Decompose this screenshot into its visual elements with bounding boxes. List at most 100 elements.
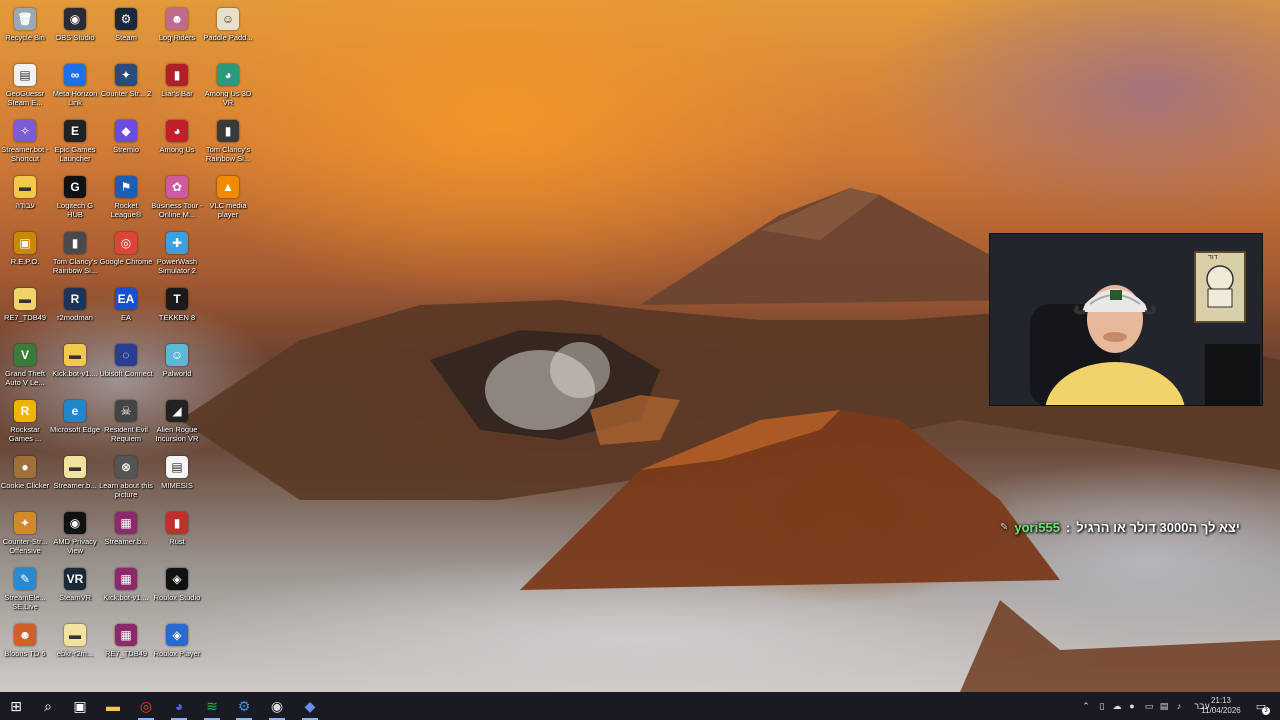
desktop-icon-powerwash-simulator-2[interactable]: ✚ PowerWash Simulator 2 [152,228,202,284]
streamer-bot-icon: ◆ [304,697,316,714]
desktop-icon-paddle-padd[interactable]: ☺ Paddle Padd... [203,4,253,60]
re7-tdb49-app-icon: ▦ [115,624,137,646]
desktop-icon-rust[interactable]: ▮ Rust [152,508,202,564]
notification-center-button[interactable]: ▭ 3 [1250,692,1272,720]
desktop-icon-microsoft-edge[interactable]: e Microsoft Edge [50,396,100,452]
desktop-icon-streamer-b[interactable]: ▬ Streamer.b... [50,452,100,508]
desktop-icon-roblox-studio[interactable]: ◈ Roblox Studio [152,564,202,620]
desktop-icon-roblox-player[interactable]: ◈ Roblox Player [152,620,202,676]
desktop-icon-streamer-bot-shortcut[interactable]: ✧ Streamer.bot - Shortcut [0,116,50,172]
desktop-icon-epic-games-launcher[interactable]: E Epic Games Launcher [50,116,100,172]
desktop-icon-meta-horizon-link[interactable]: ∞ Meta Horizon Link [50,60,100,116]
desktop-icon-folder[interactable]: ▬ עבודה [0,172,50,228]
tray-icon-onedrive[interactable]: ☁ [1110,692,1124,720]
file-explorer-taskbar-button[interactable]: ▬ [97,692,129,720]
start-button-taskbar-button[interactable]: ⊞ [0,692,32,720]
desktop-icon-google-chrome[interactable]: ◎ Google Chrome [100,228,152,284]
desktop-icon-label: OBS Studio [55,33,95,42]
desktop-icon-learn-about-this-picture[interactable]: ⊗ Learn about this picture [99,452,153,508]
desktop-icon-alien-rogue-incursion-vr[interactable]: ◢ Alien Rogue Incursion VR [152,396,202,452]
desktop-icon-obs-studio[interactable]: ◉ OBS Studio [50,4,100,60]
tray-icon-volume[interactable]: ♪ [1172,692,1186,720]
desktop-icon-kick-bot-v1[interactable]: ▦ Kick.bot-v1.... [101,564,151,620]
ea-app-icon: EA [115,288,137,310]
desktop-icon-stremio[interactable]: ◆ Stremio [101,116,151,172]
desktop-icon-geoguessr-steam-e[interactable]: ▤ GeoGuessr Steam E... [0,60,50,116]
desktop-icon-among-us-3d-vr[interactable]: ◕ Among Us 3D VR [203,60,253,116]
desktop-icon-r-e-p-o[interactable]: ▣ R.E.P.O. [0,228,50,284]
desktop-icon-rockstar-games[interactable]: R Rockstar Games ... [0,396,50,452]
desktop-icon-mimesis[interactable]: ▤ MIMESIS [152,452,202,508]
desktop-icon-log-riders[interactable]: ☻ Log Riders [152,4,202,60]
tray-icon-device[interactable]: ▯ [1096,692,1108,720]
desktop-icon-label: Rockstar Games ... [8,425,42,443]
desktop-icon-rocket-league[interactable]: ⚑ Rocket League® [101,172,151,228]
streamele-se-live-app-icon: ✎ [14,568,36,590]
desktop-wallpaper: 🗑 Recycle Bin ◉ OBS Studio ⚙ Steam ☻ Log Riders… [0,0,1280,692]
desktop-icon-vlc-media-player[interactable]: ▲ VLC media player [203,172,253,228]
tray-icon-network[interactable]: ▤ [1158,692,1170,720]
desktop-icon-tom-clancy-s-rainbow-si[interactable]: ▮ Tom Clancy's Rainbow Si... [50,228,100,284]
desktop-icon-streamer-b[interactable]: ▦ Streamer.b... [101,508,151,564]
vlc-media-player-app-icon: ▲ [217,176,239,198]
logitech-g-hub-app-icon: G [64,176,86,198]
kick-bot-v1-app-icon: ▬ [64,344,86,366]
desktop-icon-label: Counter Str... 2 [100,89,152,98]
desktop-icon-re7-tdb49[interactable]: ▬ RE7_TDB49 [0,284,50,340]
desktop-icon-steam[interactable]: ⚙ Steam [101,4,151,60]
r2modman-app-icon: R [64,288,86,310]
business-tour-online-m-app-icon: ✿ [166,176,188,198]
show-hidden-icons-button[interactable]: ⌃ [1080,692,1092,720]
desktop-icon-re7-tdb49[interactable]: ▦ RE7_TDB49 [101,620,151,676]
discord-icon: ◕ [174,698,184,714]
desktop-icon-label: Grand Theft Auto V Le... [5,369,45,387]
obs-taskbar-button[interactable]: ◉ [261,692,293,720]
steam-taskbar-button[interactable]: ⚙ [228,692,260,720]
desktop-icon-steamvr[interactable]: VR SteamVR [50,564,100,620]
desktop-icon-grand-theft-auto-v-le[interactable]: V Grand Theft Auto V Le... [0,340,50,396]
desktop-icon-resident-evil-requiem[interactable]: ☠ Resident Evil Requiem [101,396,151,452]
liar-s-bar-app-icon: ▮ [166,64,188,86]
desktop-icon-logitech-g-hub[interactable]: G Logitech G HUB [50,172,100,228]
desktop-icon-r2modman[interactable]: Rr2modman [50,284,100,340]
desktop-icon-amd-privacy-view[interactable]: ◉ AMD Privacy View [50,508,100,564]
chrome-taskbar-button[interactable]: ◎ [130,692,162,720]
tray-icon-microphone[interactable]: ● [1126,692,1138,720]
desktop-icon-recycle-bin[interactable]: 🗑 Recycle Bin [0,4,50,60]
search-taskbar-button[interactable]: ⌕ [32,692,64,720]
tray-icon-display[interactable]: ▭ [1142,692,1156,720]
device-icon: ▯ [1099,700,1105,711]
desktop-icon-counter-str-offensive[interactable]: ✦ Counter-Str... Offensive [0,508,50,564]
desktop-icon-label: AMD Privacy View [53,537,97,555]
desktop-icon-streamele-se-live[interactable]: ✎ StreamEle... SE.Live [0,564,50,620]
spotify-taskbar-button[interactable]: ≋ [196,692,228,720]
desktop-icon-label: Palworld [162,369,192,378]
desktop-icon-bloons-td-6[interactable]: ☻ Bloons TD 6 [0,620,50,676]
desktop-icon-ubisoft-connect[interactable]: ◌ Ubisoft Connect [99,340,153,396]
desktop-icon-label: Microsoft Edge [49,425,101,434]
desktop-icon-tom-clancy-s-rainbow-si[interactable]: ▮ Tom Clancy's Rainbow Si... [203,116,253,172]
desktop-icon-ebkr-r2m[interactable]: ▬ ebkr-r2m... [50,620,100,676]
desktop-icon-business-tour-online-m[interactable]: ✿ Business Tour - Online M... [151,172,203,228]
desktop-icon-label: GeoGuessr Steam E... [5,89,45,107]
desktop-icon-counter-str-2[interactable]: ✦ Counter Str... 2 [101,60,151,116]
clock[interactable]: 21:13 11/04/2026 [1198,692,1244,720]
desktop-icon-label: R.E.P.O. [10,257,40,266]
grand-theft-auto-v-le-app-icon: V [14,344,36,366]
discord-taskbar-button[interactable]: ◕ [163,692,195,720]
desktop-icon-among-us[interactable]: ◕ Among Us [152,116,202,172]
desktop-icon-tekken-8[interactable]: T TEKKEN 8 [152,284,202,340]
clock-date: 11/04/2026 [1201,706,1241,715]
desktop-icon-kick-bot-v1[interactable]: ▬ Kick.bot-v1.... [50,340,100,396]
task-view-taskbar-button[interactable]: ▣ [64,692,96,720]
desktop-icon-ea[interactable]: EA EA [101,284,151,340]
desktop-icon-label: Among Us 3D VR [204,89,252,107]
desktop-icon-label: Rocket League® [110,201,142,219]
desktop-icon-palworld[interactable]: ☺ Palworld [152,340,202,396]
microphone-icon: ● [1129,701,1135,711]
desktop-icon-label: Kick.bot-v1.... [52,369,98,378]
desktop-icon-label: Ubisoft Connect [99,369,153,378]
desktop-icon-liar-s-bar[interactable]: ▮ Liar's Bar [152,60,202,116]
desktop-icon-cookie-clicker[interactable]: ● Cookie Clicker [0,452,50,508]
streamer-bot-taskbar-button[interactable]: ◆ [294,692,326,720]
